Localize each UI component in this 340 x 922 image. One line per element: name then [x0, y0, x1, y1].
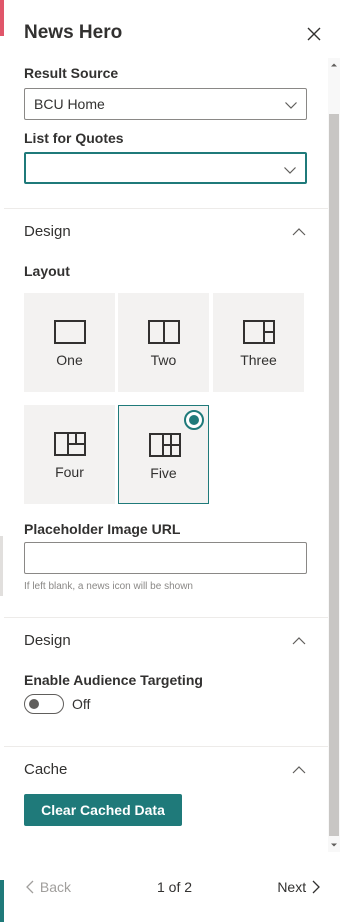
audience-targeting-toggle[interactable] [24, 694, 64, 714]
layout-option-one[interactable]: One [24, 293, 115, 392]
cache-section-title: Cache [24, 761, 68, 778]
list-for-quotes-dropdown[interactable] [24, 152, 307, 184]
toggle-knob [29, 699, 39, 709]
audience-targeting-state: Off [72, 696, 91, 712]
layout-three-icon [243, 320, 275, 344]
result-source-value: BCU Home [34, 96, 105, 112]
layout-option-two[interactable]: Two [118, 293, 209, 392]
layout-two-icon [148, 320, 180, 344]
layout-option-label: Three [240, 352, 277, 368]
selected-radio-icon [184, 410, 204, 430]
design-section-2-header[interactable]: Design [24, 629, 307, 653]
chevron-up-icon [291, 224, 307, 240]
section-divider [4, 617, 328, 618]
layout-one-icon [54, 320, 86, 344]
cache-section-header[interactable]: Cache [24, 758, 307, 782]
pagination-footer: Back 1 of 2 Next [0, 866, 340, 908]
layout-four-icon [54, 432, 86, 456]
layout-option-five[interactable]: Five [118, 405, 209, 504]
list-for-quotes-label: List for Quotes [24, 130, 124, 146]
scroll-up-icon[interactable] [328, 58, 340, 70]
placeholder-image-url-label: Placeholder Image URL [24, 521, 181, 537]
result-source-label: Result Source [24, 65, 119, 81]
layout-option-label: Four [55, 464, 84, 480]
layout-option-label: Two [150, 352, 177, 368]
audience-targeting-label: Enable Audience Targeting [24, 672, 203, 688]
chevron-down-icon [283, 163, 297, 177]
placeholder-image-hint: If left blank, a news icon will be shown [24, 581, 193, 592]
design-section-2-title: Design [24, 632, 71, 649]
panel-title: News Hero [24, 22, 123, 43]
placeholder-image-url-input[interactable] [24, 542, 307, 574]
page-indicator: 1 of 2 [157, 879, 193, 895]
next-button[interactable]: Next [277, 879, 322, 895]
layout-five-icon [149, 433, 181, 457]
next-label: Next [277, 879, 307, 895]
back-label: Back [39, 879, 72, 895]
chevron-up-icon [291, 762, 307, 778]
layout-label: Layout [24, 263, 70, 279]
clear-cached-data-button[interactable]: Clear Cached Data [24, 794, 182, 826]
back-button[interactable]: Back [24, 879, 71, 895]
chevron-up-icon [291, 633, 307, 649]
result-source-dropdown[interactable]: BCU Home [24, 88, 307, 120]
scroll-down-icon[interactable] [328, 838, 340, 850]
left-edge-divider [0, 536, 3, 596]
layout-option-three[interactable]: Three [213, 293, 304, 392]
chevron-down-icon [284, 98, 298, 112]
close-icon[interactable] [302, 22, 326, 46]
layout-option-label: Five [150, 465, 177, 481]
layout-option-four[interactable]: Four [24, 405, 115, 504]
scrollbar-thumb[interactable] [329, 114, 339, 836]
chevron-left-icon [26, 880, 34, 894]
layout-option-label: One [56, 352, 83, 368]
chevron-right-icon [312, 880, 320, 894]
panel-header: News Hero [24, 20, 340, 48]
design-section-header[interactable]: Design [24, 220, 307, 244]
section-divider [4, 208, 328, 209]
design-section-title: Design [24, 223, 71, 240]
left-edge-accent [0, 0, 4, 36]
section-divider [4, 746, 328, 747]
